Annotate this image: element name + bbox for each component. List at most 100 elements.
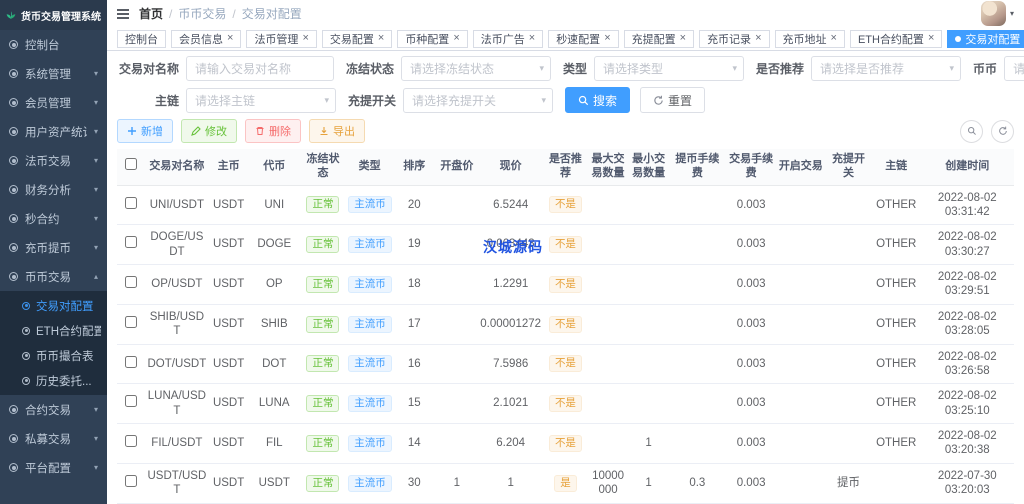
- cell-price: 2.1021: [478, 383, 544, 424]
- close-icon[interactable]: ×: [302, 33, 308, 44]
- tab-4[interactable]: 币种配置 ×: [397, 29, 468, 48]
- chain-select[interactable]: 请选择主链 ▾: [186, 87, 336, 113]
- submenu-item-3[interactable]: 历史委托...: [0, 368, 107, 393]
- cell-type: 主流币: [346, 463, 393, 504]
- gear-icon: [22, 376, 30, 385]
- cell-sort: 14: [392, 423, 436, 464]
- cell-open_trade: [776, 224, 826, 265]
- submenu-item-0[interactable]: 交易对配置: [0, 293, 107, 318]
- tab-11[interactable]: 交易对配置×: [947, 29, 1024, 48]
- sidebar-item-7[interactable]: 充币提币 ▾: [0, 233, 107, 262]
- recharge-switch-select[interactable]: 请选择充提开关 ▾: [403, 87, 554, 113]
- search-button[interactable]: 搜索: [565, 87, 631, 113]
- close-icon[interactable]: ×: [378, 33, 384, 44]
- export-button[interactable]: 导出: [309, 119, 365, 143]
- tab-0[interactable]: 控制台: [117, 29, 166, 48]
- row-checkbox[interactable]: [125, 276, 138, 289]
- navbar-right: ▾: [980, 1, 1014, 26]
- freeze-status-select[interactable]: 请选择冻结状态 ▾: [401, 56, 552, 81]
- sidebar-item-6[interactable]: 秒合约 ▾: [0, 204, 107, 233]
- cell-max_qty: [587, 185, 629, 226]
- close-icon[interactable]: ×: [831, 33, 837, 44]
- cell-token: DOGE: [248, 224, 300, 265]
- row-checkbox[interactable]: [125, 474, 138, 487]
- tab-10[interactable]: ETH合约配置 ×: [849, 29, 943, 48]
- row-checkbox[interactable]: [125, 435, 138, 448]
- cell-open: [435, 344, 479, 385]
- pair-name-input[interactable]: [186, 56, 334, 81]
- row-checkbox[interactable]: [125, 236, 138, 249]
- close-icon[interactable]: ×: [928, 33, 934, 44]
- table-row: LUNA/USDT USDT LUNA 正常 主流币 15 2.1021 不是 0.003 OTH…: [117, 383, 1014, 424]
- active-tab-dot: [955, 35, 962, 42]
- tab-8[interactable]: 充币记录 ×: [699, 29, 770, 48]
- sidebar-item-label: 充币提币: [25, 242, 71, 255]
- sidebar-item-10[interactable]: 私募交易 ▾: [0, 424, 107, 453]
- delete-button[interactable]: 删除: [245, 119, 301, 143]
- cell-base: USDT: [208, 383, 249, 424]
- recommend-select[interactable]: 请选择是否推荐 ▾: [811, 56, 962, 81]
- close-icon[interactable]: ×: [680, 33, 686, 44]
- sidebar-item-8[interactable]: 币币交易 ▴: [0, 262, 107, 291]
- toggle-search-button[interactable]: [960, 119, 983, 143]
- cell-type: 主流币: [346, 383, 393, 424]
- table-body: UNI/USDT USDT UNI 正常 主流币 20 6.5244 不是 0.003 OTHER…: [117, 185, 1014, 504]
- status-tag: 不是: [548, 355, 582, 373]
- add-button[interactable]: 新增: [117, 119, 173, 143]
- column-header-type: 类型: [346, 149, 393, 186]
- type-select[interactable]: 请选择类型 ▾: [594, 56, 745, 81]
- tab-7[interactable]: 充提配置 ×: [623, 29, 695, 48]
- tab-3[interactable]: 交易配置 ×: [321, 29, 393, 48]
- tab-9[interactable]: 充币地址 ×: [774, 29, 845, 48]
- cell-status: 正常: [299, 423, 347, 464]
- sidebar-item-11[interactable]: 平台配置 ▾: [0, 453, 107, 482]
- sidebar-item-2[interactable]: 会员管理 ▾: [0, 88, 107, 117]
- tab-6[interactable]: 秒速配置 ×: [548, 29, 619, 48]
- select-all-checkbox[interactable]: [125, 158, 138, 171]
- status-tag: 主流币: [348, 315, 392, 333]
- sidebar-item-5[interactable]: 财务分析 ▾: [0, 175, 107, 204]
- close-icon[interactable]: ×: [529, 33, 535, 44]
- cell-price: 6.204: [478, 423, 544, 464]
- tab-1[interactable]: 会员信息 ×: [171, 29, 242, 48]
- row-checkbox[interactable]: [125, 395, 138, 408]
- search-button-label: 搜索: [593, 93, 618, 108]
- reset-button[interactable]: 重置: [640, 87, 706, 113]
- status-tag: 主流币: [348, 434, 392, 452]
- sidebar-item-4[interactable]: 法币交易 ▾: [0, 146, 107, 175]
- sidebar-item-label: 秒合约: [25, 213, 60, 226]
- sidebar-item-9[interactable]: 合约交易 ▾: [0, 395, 107, 424]
- coin-select[interactable]: 请选择币币 ▾: [1004, 56, 1024, 81]
- edit-button[interactable]: 修改: [181, 119, 237, 143]
- breadcrumb-home[interactable]: 首页: [139, 5, 163, 22]
- column-header-status: 冻结状态: [299, 149, 347, 186]
- row-checkbox[interactable]: [125, 355, 138, 368]
- cell-recharge_switch: [825, 304, 872, 345]
- row-checkbox[interactable]: [125, 315, 138, 328]
- close-icon[interactable]: ×: [604, 33, 610, 44]
- caret-down-icon[interactable]: ▾: [1010, 9, 1014, 18]
- tab-label: 会员信息: [179, 33, 223, 46]
- sidebar-item-3[interactable]: 用户资产统计 ▾: [0, 117, 107, 146]
- row-checkbox[interactable]: [125, 196, 138, 209]
- submenu-item-2[interactable]: 币币撮合表: [0, 343, 107, 368]
- column-header-max_qty: 最大交易数量: [587, 149, 629, 186]
- select-placeholder: 请选择充提开关: [412, 93, 497, 108]
- submenu-item-1[interactable]: ETH合约配置: [0, 318, 107, 343]
- avatar[interactable]: [980, 1, 1006, 26]
- sidebar-item-0[interactable]: 控制台: [0, 30, 107, 59]
- column-header-token: 代币: [248, 149, 300, 186]
- cell-base: USDT: [208, 304, 249, 345]
- hamburger-icon[interactable]: [117, 8, 129, 19]
- close-icon[interactable]: ×: [227, 33, 233, 44]
- refresh-button[interactable]: [991, 119, 1014, 143]
- gear-icon: [9, 127, 18, 136]
- freeze-status-label: 冻结状态: [346, 62, 395, 76]
- recharge-switch-label: 充提开关: [348, 93, 397, 108]
- content-panel: 交易对名称 冻结状态 请选择冻结状态 ▾ 类型 请选择类型 ▾: [107, 51, 1024, 504]
- sidebar-item-1[interactable]: 系统管理 ▾: [0, 59, 107, 88]
- tab-5[interactable]: 法币广告 ×: [472, 29, 544, 48]
- close-icon[interactable]: ×: [755, 33, 761, 44]
- tab-2[interactable]: 法币管理 ×: [246, 29, 317, 48]
- close-icon[interactable]: ×: [453, 33, 459, 44]
